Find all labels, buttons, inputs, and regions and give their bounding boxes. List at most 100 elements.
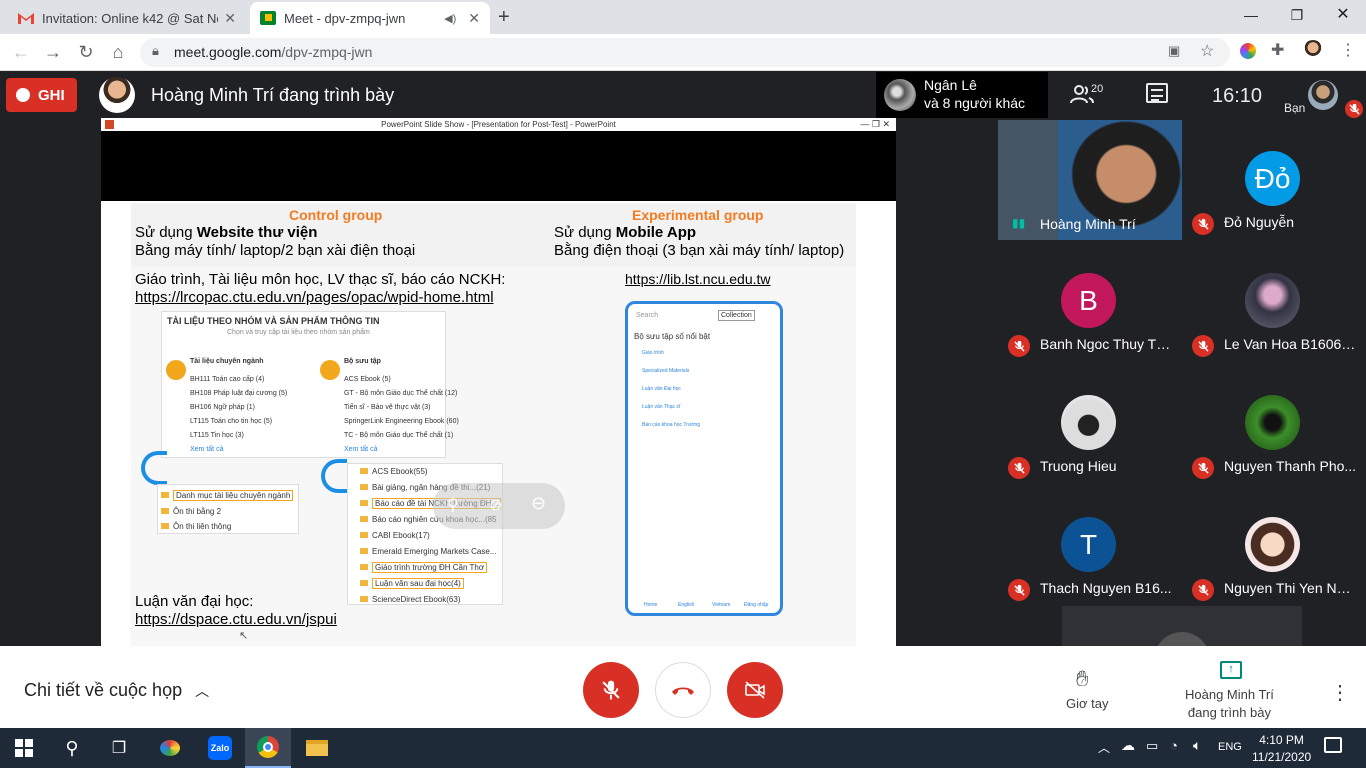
mic-toggle-button[interactable] — [583, 662, 639, 718]
tray-chevron-icon[interactable]: ︿ — [1098, 739, 1110, 756]
exp-line2: Bằng điện thoại (3 bạn xài máy tính/ lap… — [554, 242, 845, 259]
tab-meet[interactable]: Meet - dpv-zmpq-jwn ◀) ✕ — [250, 2, 490, 34]
mouse-cursor-icon: ↖ — [239, 630, 249, 642]
menu-kebab-icon[interactable]: ⋮ — [1340, 40, 1356, 60]
onedrive-cloud-icon[interactable]: ☁ — [1121, 737, 1135, 754]
powerpoint-icon — [105, 120, 114, 129]
control-line2: Bằng máy tính/ laptop/2 bạn xài điện tho… — [135, 242, 416, 259]
zalo-icon[interactable]: Zalo — [208, 736, 232, 760]
phone-item: Specialized Materials — [642, 368, 690, 374]
mic-off-icon — [1008, 335, 1030, 357]
file-explorer-icon[interactable] — [305, 736, 329, 760]
phone-search: Search — [636, 312, 659, 319]
windows-start-icon[interactable] — [12, 736, 36, 760]
col2-item: SpringerLink Engineering Ebook (60) — [344, 418, 459, 425]
chrome-taskbar-button[interactable] — [245, 728, 291, 768]
minimize-button[interactable]: — — [1228, 0, 1274, 30]
phone-select: Collection — [718, 310, 755, 321]
col1-item: LT115 Toán cho tin học (5) — [190, 418, 273, 425]
lock-icon[interactable]: 🔒︎ — [152, 43, 159, 59]
opac-link[interactable]: https://lrcopac.ctu.edu.vn/pages/opac/wp… — [135, 289, 494, 306]
phone-item: Luận văn Đại học — [642, 386, 681, 392]
profile-avatar[interactable] — [1302, 40, 1324, 62]
pin-icon[interactable]: ⚲ — [447, 495, 459, 515]
clock-date[interactable]: 4:10 PM 11/21/2020 — [1252, 733, 1311, 764]
participant-tile[interactable]: Le Van Hoa B16067... — [1182, 240, 1362, 360]
volume-icon[interactable]: 🔈︎ — [1193, 737, 1201, 754]
present-line2: đang trình bày — [1187, 705, 1271, 720]
phone-item: Giáo trình — [642, 350, 664, 356]
participant-tile[interactable]: T Thach Nguyen B16... — [998, 484, 1178, 604]
participant-name: Hoàng Minh Trí — [1040, 216, 1136, 232]
participant-tile[interactable]: ▮▮ Hoàng Minh Trí — [998, 120, 1182, 240]
present-screen-icon[interactable]: ↑ — [1220, 661, 1242, 679]
audio-playing-icon[interactable]: ◀) — [444, 12, 456, 25]
col1-item: LT115 Tin học (3) — [190, 432, 244, 439]
remove-icon[interactable]: ⊖ — [531, 493, 546, 514]
task-view-icon[interactable]: ❐ — [107, 736, 131, 760]
camera-toggle-button[interactable] — [727, 662, 783, 718]
more-tiles-strip — [1062, 606, 1302, 660]
participant-tile[interactable]: Đỏ Đỏ Nguyễn — [1182, 118, 1362, 238]
camera-blocked-icon[interactable]: ▣ — [1168, 43, 1180, 59]
participant-tile[interactable]: Nguyen Thanh Pho... — [1182, 362, 1362, 482]
notifications-icon[interactable] — [1324, 737, 1342, 753]
col2-item: TC - Bộ môn Giáo dục Thể chất (1) — [344, 432, 454, 439]
bookmark-star-icon[interactable]: ☆ — [1200, 41, 1214, 61]
meeting-details-button[interactable]: Chi tiết về cuộc họp ︿ — [24, 680, 209, 701]
color-extension-icon[interactable] — [1240, 43, 1256, 59]
back-icon[interactable]: ← — [10, 42, 32, 63]
raise-hand-label[interactable]: Giơ tay — [1066, 696, 1108, 711]
participant-tile[interactable]: Truong Hieu — [998, 362, 1178, 482]
wifi-icon[interactable]: ◔ — [1170, 738, 1178, 753]
windows-taskbar: ⚲ ❐ Zalo ︿ ☁ ▭ ◔ 🔈︎ ENG 4:10 PM 11/21/202… — [0, 728, 1366, 768]
home-icon[interactable]: ⌂ — [107, 42, 129, 63]
pinned-participant-box[interactable]: Ngân Lê và 8 người khác — [876, 72, 1048, 118]
tray-time: 4:10 PM — [1259, 733, 1304, 747]
presenter-avatar — [99, 77, 135, 113]
more-options-icon[interactable]: ⋮ — [1330, 680, 1350, 705]
url-host: meet.google.com — [174, 44, 282, 60]
mic-off-icon — [602, 680, 620, 700]
self-video-thumb[interactable] — [1308, 80, 1338, 110]
dspace-link[interactable]: https://dspace.ctu.edu.vn/jspui — [135, 611, 337, 628]
presenting-status[interactable]: Hoàng Minh Trí đang trình bày — [1185, 686, 1274, 722]
zalo-label: Zalo — [210, 743, 230, 753]
tag-icon — [166, 360, 186, 380]
recording-badge[interactable]: GHI — [6, 78, 77, 112]
record-dot-icon — [16, 88, 30, 102]
search-icon[interactable]: ⚲ — [60, 736, 84, 760]
close-tab-icon[interactable]: ✕ — [224, 10, 236, 27]
participant-name: Thach Nguyen B16... — [1040, 580, 1172, 596]
chevron-up-icon: ︿ — [195, 683, 210, 699]
participant-tile[interactable]: Nguyen Thi Yen Nhi... — [1182, 484, 1362, 604]
restore-button[interactable]: ❐ — [1274, 0, 1320, 30]
lib-link[interactable]: https://lib.lst.ncu.edu.tw — [625, 271, 771, 287]
omnibox[interactable]: 🔒︎ meet.google.com/dpv-zmpq-jwn ▣ ☆ — [140, 38, 1230, 67]
participant-avatar: B — [1061, 273, 1116, 328]
new-tab-button[interactable]: + — [498, 6, 510, 29]
thesis-label: Luận văn đại học: — [135, 593, 254, 610]
battery-icon[interactable]: ▭ — [1146, 738, 1158, 754]
mute-speaker-icon[interactable]: ⊘ — [489, 495, 502, 515]
input-language[interactable]: ENG — [1218, 741, 1242, 753]
url-text: meet.google.com/dpv-zmpq-jwn — [174, 44, 372, 60]
paint-app-icon[interactable] — [158, 736, 182, 760]
slide-content: Control group Sử dụng Website thư viện B… — [101, 201, 896, 646]
chat-icon[interactable] — [1146, 83, 1168, 103]
col1-heading: Tài liệu chuyên ngành — [190, 358, 264, 365]
reload-icon[interactable]: ↻ — [75, 42, 97, 63]
arrow-icon — [321, 459, 347, 493]
bold-text: Website thư viện — [196, 224, 318, 241]
close-tab-icon[interactable]: ✕ — [468, 10, 480, 27]
self-label: Bạn — [1284, 101, 1306, 115]
forward-icon[interactable]: → — [42, 42, 64, 63]
extensions-puzzle-icon[interactable]: ✚ — [1271, 40, 1284, 60]
phone-item: Báo cáo khoa học Trường — [642, 422, 701, 428]
participant-tile[interactable]: B Banh Ngoc Thuy Th... — [998, 240, 1178, 360]
leave-call-button[interactable] — [655, 662, 711, 718]
mic-off-icon — [1192, 213, 1214, 235]
tab-gmail[interactable]: Invitation: Online k42 @ Sat Nov ✕ — [8, 2, 246, 34]
close-window-button[interactable]: ✕ — [1320, 0, 1366, 30]
raise-hand-icon[interactable]: ✋︎ — [1076, 666, 1089, 692]
